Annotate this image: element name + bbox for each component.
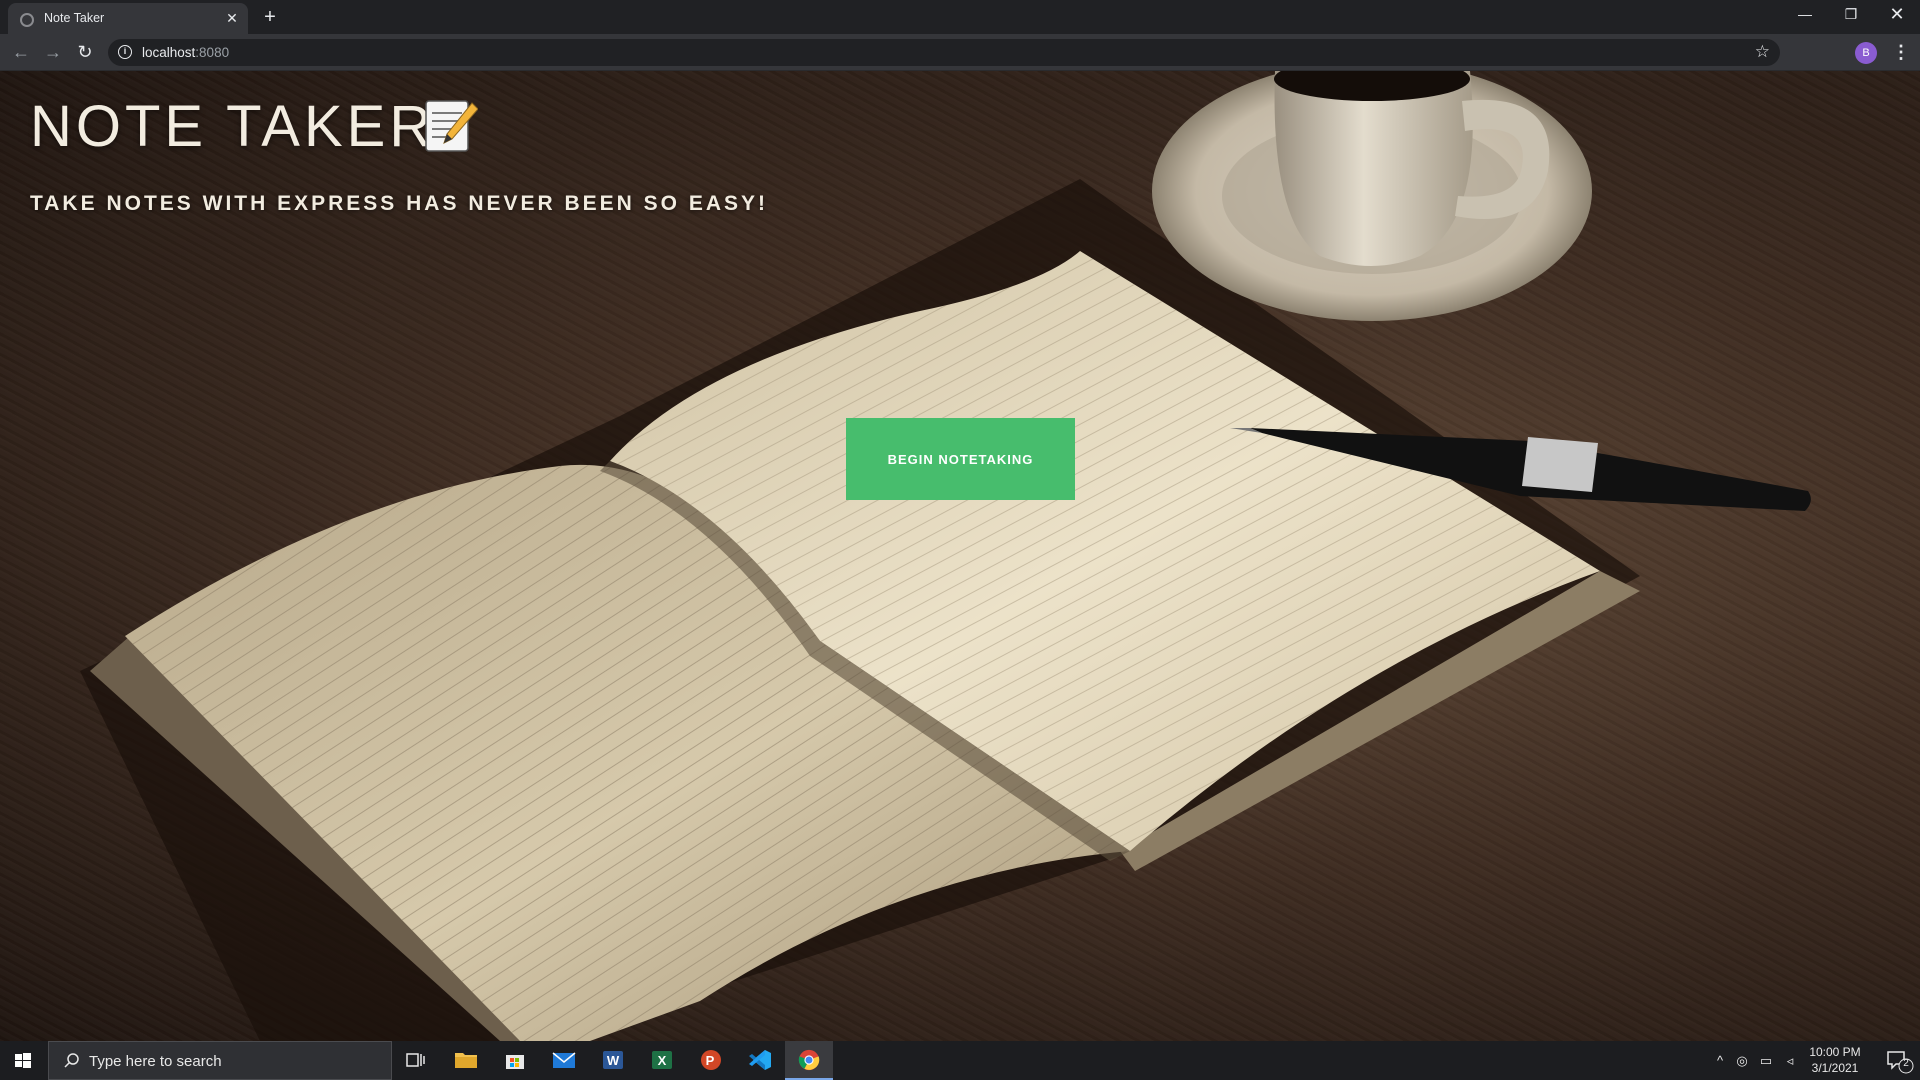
- restore-button[interactable]: ❐: [1828, 0, 1874, 30]
- search-icon: [64, 1053, 79, 1068]
- bookmark-star-icon[interactable]: ☆: [1755, 42, 1770, 62]
- reload-icon[interactable]: ↻: [74, 41, 96, 63]
- close-window-button[interactable]: ✕: [1874, 0, 1920, 30]
- taskbar-search-box[interactable]: Type here to search: [48, 1041, 392, 1080]
- tab-close-icon[interactable]: ✕: [224, 10, 240, 26]
- browser-menu-icon[interactable]: ⋮: [1892, 40, 1910, 64]
- excel-icon: X: [652, 1051, 672, 1069]
- task-view-icon: [406, 1053, 425, 1067]
- begin-notetaking-button[interactable]: BEGIN NOTETAKING: [846, 418, 1075, 500]
- chrome-button[interactable]: [785, 1041, 833, 1080]
- task-view-button[interactable]: [392, 1041, 440, 1080]
- file-explorer-icon: [455, 1053, 477, 1068]
- powerpoint-icon: P: [701, 1050, 721, 1070]
- profile-avatar[interactable]: B: [1855, 42, 1877, 64]
- clock-time: 10:00 PM: [1809, 1045, 1861, 1059]
- meet-now-icon[interactable]: ◎: [1732, 1041, 1752, 1080]
- clock-date: 3/1/2021: [1811, 1061, 1859, 1075]
- page-viewport: NOTE TAKER TAKE NOTES WITH EXPRESS HAS N…: [0, 71, 1920, 1041]
- svg-text:W: W: [607, 1053, 620, 1068]
- memo-icon: [425, 100, 478, 152]
- svg-text:P: P: [706, 1053, 715, 1068]
- powerpoint-button[interactable]: P: [687, 1041, 735, 1080]
- vscode-icon: [749, 1050, 771, 1070]
- mail-button[interactable]: [540, 1041, 588, 1080]
- forward-arrow-icon[interactable]: →: [42, 41, 64, 63]
- show-hidden-icons-icon[interactable]: ^: [1712, 1041, 1728, 1080]
- page-subtitle: TAKE NOTES WITH EXPRESS HAS NEVER BEEN S…: [30, 192, 769, 215]
- file-explorer-button[interactable]: [442, 1041, 490, 1080]
- browser-tab[interactable]: Note Taker ✕: [8, 3, 248, 34]
- windows-start-button[interactable]: [0, 1041, 46, 1080]
- page-title: NOTE TAKER: [30, 94, 436, 159]
- url-port: :8080: [195, 45, 230, 60]
- word-button[interactable]: W: [589, 1041, 637, 1080]
- system-clock[interactable]: 10:00 PM 3/1/2021: [1805, 1044, 1865, 1076]
- new-tab-button[interactable]: +: [258, 6, 282, 30]
- address-bar[interactable]: i localhost:8080 ☆: [108, 39, 1780, 66]
- browser-tab-strip: Note Taker ✕ + — ❐ ✕: [0, 0, 1920, 34]
- background-photo: [80, 71, 1811, 1041]
- url-host: localhost: [142, 45, 196, 60]
- mail-icon: [552, 1052, 576, 1068]
- url-text: localhost:8080: [142, 45, 229, 60]
- svg-text:X: X: [658, 1053, 667, 1068]
- store-icon: [506, 1055, 524, 1069]
- store-button[interactable]: [491, 1041, 539, 1080]
- word-icon: W: [603, 1051, 623, 1069]
- windows-logo-icon: [15, 1053, 31, 1068]
- chrome-icon: [798, 1049, 820, 1071]
- info-icon[interactable]: i: [118, 45, 132, 59]
- search-placeholder: Type here to search: [89, 1053, 222, 1070]
- tab-title: Note Taker: [44, 11, 105, 25]
- windows-taskbar: Type here to search W X P ^ ◎ ▭ ◃ 10:00 …: [0, 1041, 1920, 1080]
- minimize-button[interactable]: —: [1782, 0, 1828, 30]
- notification-count: 2: [1903, 1058, 1909, 1069]
- notification-icon: [1887, 1051, 1914, 1074]
- excel-button[interactable]: X: [638, 1041, 686, 1080]
- back-arrow-icon[interactable]: ←: [10, 41, 32, 63]
- notification-center-button[interactable]: 2: [1878, 1041, 1918, 1080]
- vscode-button[interactable]: [736, 1041, 784, 1080]
- network-icon[interactable]: ▭: [1756, 1041, 1776, 1080]
- browser-toolbar: ← → ↻ i localhost:8080 ☆ B ⋮: [0, 34, 1920, 71]
- globe-icon: [20, 13, 34, 27]
- volume-icon[interactable]: ◃: [1780, 1041, 1800, 1080]
